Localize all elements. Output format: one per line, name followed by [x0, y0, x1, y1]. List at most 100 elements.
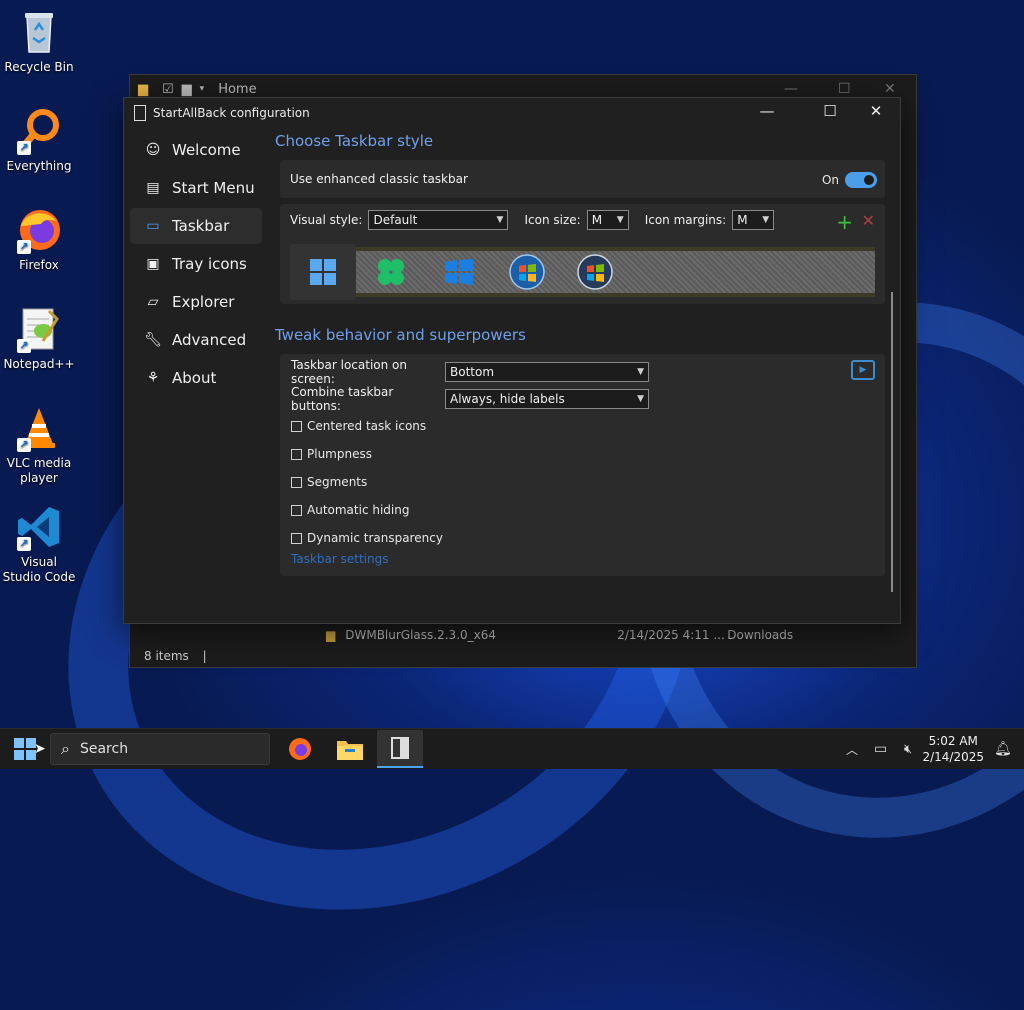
windows10-logo-icon [445, 259, 473, 285]
search-icon: ⌕ [61, 739, 70, 758]
desktop-icon-everything[interactable]: ↗ Everything [2, 107, 76, 174]
taskbar-style-gallery [290, 244, 875, 300]
close-button[interactable]: ✕ [853, 102, 899, 120]
vista-orb-icon [577, 254, 613, 290]
notepad-icon: ↗ [15, 305, 63, 353]
desktop-icon-vlc[interactable]: ↗ VLC media player [2, 404, 76, 486]
shortcut-arrow-icon: ↗ [17, 141, 31, 155]
clock[interactable]: 5:02 AM 2/14/2025 [922, 733, 984, 765]
icon-size-select[interactable]: M ▼ [586, 210, 629, 230]
close-icon[interactable]: ✕ [884, 81, 896, 97]
vlc-cone-icon: ↗ [15, 404, 63, 452]
add-style-icon[interactable]: + [836, 210, 853, 234]
taskbar: ➤ ⌕ Search ︿ ▭ 🔇︎ 5:02 AM 2/14/2025 🔔︎ [0, 728, 1024, 769]
desktop-icon-vscode[interactable]: ↗ Visual Studio Code [2, 503, 76, 585]
desktop-icon-recycle-bin[interactable]: Recycle Bin [2, 8, 76, 75]
video-help-icon[interactable]: ▶ [851, 360, 875, 380]
plumpness-checkbox[interactable]: Plumpness [280, 440, 885, 468]
dynamic-transparency-checkbox[interactable]: Dynamic transparency [280, 524, 885, 552]
desktop-icon-firefox[interactable]: ↗ Firefox [2, 206, 76, 273]
content-pane: Choose Taskbar style Use enhanced classi… [275, 132, 885, 576]
scrollbar-thumb[interactable] [891, 292, 893, 592]
windows-logo-icon [14, 738, 36, 760]
taskbar-settings-link[interactable]: Taskbar settings [280, 552, 885, 566]
style-windows7[interactable] [494, 244, 560, 300]
startallback-logo-icon [134, 105, 146, 121]
sidebar-item-label: Start Menu [172, 179, 255, 197]
taskbar-file-explorer[interactable] [327, 730, 373, 768]
file-row[interactable]: ▆ DWMBlurGlass.2.3.0_x64 2/14/2025 4:11 … [326, 628, 793, 642]
checkbox[interactable] [291, 476, 302, 488]
windows7-orb-icon [509, 254, 545, 290]
automatic-hiding-checkbox[interactable]: Automatic hiding [280, 496, 885, 524]
clock-time: 5:02 AM [928, 734, 978, 748]
taskbar-icon: ▭ [146, 218, 160, 234]
desktop-icon-notepad[interactable]: ↗ Notepad++ [2, 305, 76, 372]
chevron-down-icon: ▼ [762, 215, 770, 225]
taskbar-startallback[interactable] [377, 730, 423, 768]
segments-checkbox[interactable]: Segments [280, 468, 885, 496]
smile-icon: ☺ [145, 142, 161, 158]
style-windows11[interactable] [290, 244, 356, 300]
minimize-icon[interactable]: — [784, 81, 798, 97]
file-location: Downloads [727, 628, 794, 642]
item-count: 8 items [144, 649, 189, 663]
checkbox[interactable] [291, 448, 302, 460]
toggle-switch[interactable] [845, 172, 877, 188]
checkbox[interactable] [291, 420, 302, 432]
checkbox-label: Plumpness [307, 447, 372, 461]
icon-margins-select[interactable]: M ▼ [732, 210, 775, 230]
sidebar-item-start-menu[interactable]: ▤ Start Menu [130, 170, 262, 206]
style-plastic[interactable] [358, 244, 424, 300]
select-value: Bottom [450, 364, 495, 379]
notifications-button[interactable]: 🔔︎ [994, 729, 1012, 769]
scrollbar[interactable] [891, 132, 894, 612]
select-value: M [591, 213, 603, 227]
visual-style-select[interactable]: Default ▼ [368, 210, 509, 230]
network-icon[interactable]: ▭ [874, 729, 887, 769]
sidebar-item-explorer[interactable]: ▱ Explorer [130, 284, 262, 320]
maximize-icon[interactable]: ☐ [838, 81, 851, 97]
enhanced-taskbar-panel: Use enhanced classic taskbar On [280, 160, 885, 198]
vscode-icon: ↗ [15, 503, 63, 551]
sidebar-item-tray-icons[interactable]: ▣ Tray icons [130, 246, 262, 282]
search-placeholder: Search [79, 741, 129, 757]
style-windows-vista[interactable] [562, 244, 628, 300]
chevron-down-icon: ▼ [637, 393, 644, 404]
volume-icon[interactable]: 🔇︎ [904, 729, 912, 769]
combine-buttons-select[interactable]: Always, hide labels ▼ [445, 388, 649, 409]
search-box[interactable]: ⌕ Search [50, 733, 270, 765]
status-bar: 8 items | [144, 649, 207, 663]
enhanced-taskbar-toggle[interactable]: On [822, 172, 877, 188]
remove-style-icon[interactable]: ✕ [862, 211, 875, 230]
icon-margins-label: Icon margins: [644, 213, 727, 227]
zip-folder-icon: ▆ [326, 628, 336, 642]
startallback-config-window[interactable]: StartAllBack configuration — ☐ ✕ ☺ Welco… [123, 97, 901, 624]
checkbox[interactable] [291, 504, 302, 516]
taskbar-firefox[interactable] [277, 730, 323, 768]
checkbox[interactable] [291, 532, 302, 544]
speaker-muted-icon: 🔇︎ [904, 741, 913, 757]
style-windows10[interactable] [426, 244, 492, 300]
sidebar: ☺ Welcome ▤ Start Menu ▭ Taskbar ▣ Tray … [130, 132, 262, 398]
show-hidden-icons[interactable]: ︿ [846, 729, 858, 769]
green-clover-icon [378, 259, 404, 285]
sidebar-item-label: Explorer [172, 293, 235, 311]
behavior-heading: Tweak behavior and superpowers [275, 326, 526, 344]
minimize-button[interactable]: — [744, 102, 790, 120]
checkbox-icon[interactable]: ☑ [162, 82, 174, 97]
desktop-icon-label: Firefox [19, 258, 59, 272]
sidebar-item-about[interactable]: ⚘ About [130, 360, 262, 396]
sidebar-item-welcome[interactable]: ☺ Welcome [130, 132, 262, 168]
taskbar-location-select[interactable]: Bottom ▼ [445, 361, 649, 382]
folder-icon: ▱ [147, 294, 159, 310]
centered-task-icons-checkbox[interactable]: Centered task icons [280, 412, 885, 440]
sidebar-item-label: Advanced [172, 331, 247, 349]
sidebar-item-taskbar[interactable]: ▭ Taskbar [130, 208, 262, 244]
sidebar-item-advanced[interactable]: 🔧︎ Advanced [130, 322, 262, 358]
shortcut-arrow-icon: ↗ [17, 339, 31, 353]
window-title: StartAllBack configuration [134, 105, 310, 121]
folder-icon[interactable]: ▆ [182, 82, 192, 97]
maximize-button[interactable]: ☐ [807, 102, 853, 120]
chevron-down-icon[interactable]: ▾ [200, 84, 205, 94]
